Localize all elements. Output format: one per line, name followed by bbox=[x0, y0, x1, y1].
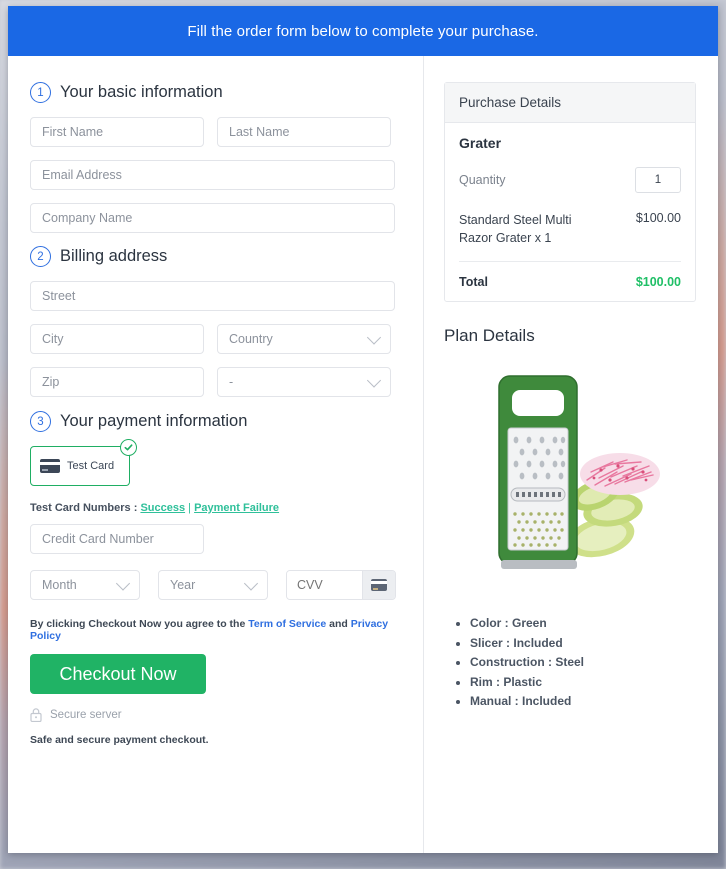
first-name-input[interactable] bbox=[30, 117, 204, 147]
month-select[interactable]: Month bbox=[30, 570, 140, 600]
plan-feature-list: Color : Green Slicer : Included Construc… bbox=[444, 614, 696, 711]
credit-card-number-input[interactable] bbox=[30, 524, 204, 554]
state-select[interactable]: - bbox=[217, 367, 391, 397]
street-input[interactable] bbox=[30, 281, 395, 311]
step-number-2: 2 bbox=[30, 246, 51, 267]
payment-method-wrapper: Test Card bbox=[30, 439, 137, 486]
plan-details-title: Plan Details bbox=[444, 326, 535, 346]
list-item: Rim : Plastic bbox=[470, 673, 696, 692]
city-input[interactable] bbox=[30, 324, 204, 354]
credit-card-icon bbox=[371, 579, 387, 591]
banner-text: Fill the order form below to complete yo… bbox=[187, 22, 539, 40]
secure-server-row: Secure server bbox=[30, 708, 401, 722]
step-title-basic: Your basic information bbox=[60, 83, 223, 101]
step-number-1: 1 bbox=[30, 82, 51, 103]
purchase-details-header: Purchase Details bbox=[445, 83, 695, 123]
summary-column: Purchase Details Grater Quantity Standar… bbox=[424, 56, 718, 853]
cvv-card-hint-button[interactable] bbox=[362, 571, 395, 599]
payment-method-label: Test Card bbox=[67, 460, 115, 472]
total-amount: $100.00 bbox=[635, 275, 681, 290]
test-card-prefix: Test Card Numbers : bbox=[30, 502, 138, 514]
chevron-down-icon bbox=[366, 330, 382, 345]
credit-card-row bbox=[30, 524, 401, 554]
checkout-page: Fill the order form below to complete yo… bbox=[8, 6, 718, 853]
step-heading-billing: 2 Billing address bbox=[30, 246, 401, 267]
step-heading-basic: 1 Your basic information bbox=[30, 82, 401, 103]
line-item-row: Standard Steel Multi Razor Grater x 1 $1… bbox=[459, 211, 681, 263]
product-image bbox=[444, 360, 696, 592]
total-label: Total bbox=[459, 275, 488, 290]
terms-agreement-text: By clicking Checkout Now you agree to th… bbox=[30, 618, 401, 642]
email-input[interactable] bbox=[30, 160, 395, 190]
purchase-details-card: Purchase Details Grater Quantity Standar… bbox=[444, 82, 696, 303]
test-card-separator: | bbox=[188, 502, 192, 514]
year-select-value: Year bbox=[170, 578, 196, 592]
line-item-amount: $100.00 bbox=[635, 211, 681, 225]
credit-card-icon bbox=[40, 459, 60, 473]
country-select[interactable]: Country bbox=[217, 324, 391, 354]
step-heading-payment: 3 Your payment information bbox=[30, 411, 401, 432]
test-card-failure-link[interactable]: Payment Failure bbox=[194, 502, 279, 514]
chevron-down-icon bbox=[115, 576, 131, 591]
terms-before-text: By clicking Checkout Now you agree to th… bbox=[30, 618, 249, 630]
last-name-input[interactable] bbox=[217, 117, 391, 147]
list-item: Construction : Steel bbox=[470, 653, 696, 672]
quantity-row: Quantity bbox=[459, 167, 681, 193]
cvv-field-group bbox=[286, 570, 396, 600]
step-number-3: 3 bbox=[30, 411, 51, 432]
city-country-row: Country bbox=[30, 324, 401, 354]
list-item: Slicer : Included bbox=[470, 634, 696, 653]
zip-input[interactable] bbox=[30, 367, 204, 397]
order-form-column: 1 Your basic information 2 Billing addre… bbox=[8, 56, 424, 853]
total-row: Total $100.00 bbox=[459, 262, 681, 289]
company-row bbox=[30, 203, 401, 233]
payment-method-test-card[interactable]: Test Card bbox=[30, 446, 130, 486]
line-item-description: Standard Steel Multi Razor Grater x 1 bbox=[459, 213, 572, 246]
content-split: 1 Your basic information 2 Billing addre… bbox=[8, 56, 718, 853]
quantity-input[interactable] bbox=[635, 167, 681, 193]
step-title-payment: Your payment information bbox=[60, 412, 248, 430]
expiry-cvv-row: Month Year bbox=[30, 570, 401, 600]
email-row bbox=[30, 160, 401, 190]
step-title-billing: Billing address bbox=[60, 247, 168, 265]
cvv-input[interactable] bbox=[287, 571, 361, 599]
page-banner: Fill the order form below to complete yo… bbox=[8, 6, 718, 56]
chevron-down-icon bbox=[243, 576, 259, 591]
country-select-value: Country bbox=[229, 332, 273, 346]
checkout-now-button[interactable]: Checkout Now bbox=[30, 654, 206, 694]
test-card-numbers-line: Test Card Numbers : Success | Payment Fa… bbox=[30, 502, 401, 514]
zip-state-row: - bbox=[30, 367, 401, 397]
check-circle-icon bbox=[120, 439, 137, 456]
terms-middle-text: and bbox=[326, 618, 351, 630]
terms-of-service-link[interactable]: Term of Service bbox=[248, 618, 326, 630]
quantity-label: Quantity bbox=[459, 173, 506, 187]
purchase-details-body: Grater Quantity Standard Steel Multi Raz… bbox=[445, 123, 695, 301]
state-select-value: - bbox=[229, 375, 234, 389]
name-row bbox=[30, 117, 401, 147]
safe-checkout-note: Safe and secure payment checkout. bbox=[30, 734, 209, 746]
company-input[interactable] bbox=[30, 203, 395, 233]
chevron-down-icon bbox=[366, 373, 382, 388]
secure-server-label: Secure server bbox=[50, 709, 122, 721]
test-card-success-link[interactable]: Success bbox=[140, 502, 185, 514]
list-item: Color : Green bbox=[470, 614, 696, 633]
month-select-value: Month bbox=[42, 578, 77, 592]
list-item: Manual : Included bbox=[470, 692, 696, 711]
street-row bbox=[30, 281, 401, 311]
lock-icon bbox=[30, 708, 42, 722]
product-name: Grater bbox=[459, 135, 502, 151]
year-select[interactable]: Year bbox=[158, 570, 268, 600]
